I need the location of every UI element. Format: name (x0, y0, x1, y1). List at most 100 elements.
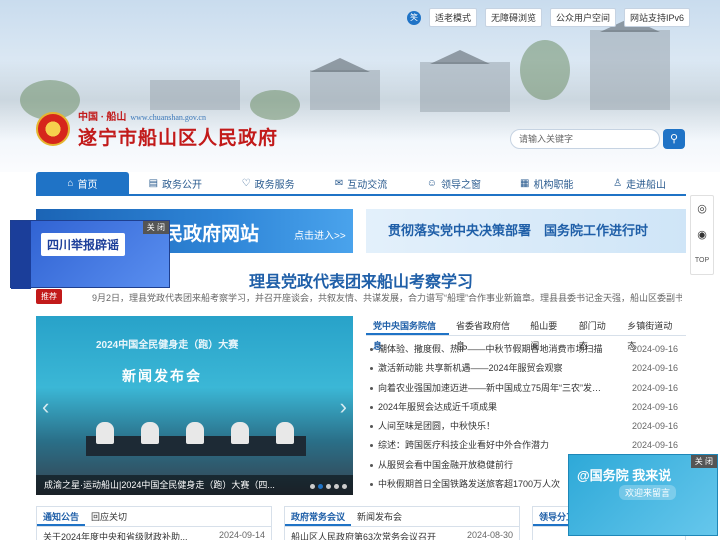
list-item[interactable]: 2024年服贸会达成近千项成果 2024-09-16 (366, 398, 686, 417)
tab-departments[interactable]: 部门动态 (572, 316, 620, 351)
main-nav: ⌂ 首页 ▤ 政务公开 ♡ 政务服务 ✉ 互动交流 ☺ 领导之窗 ▦ 机构职能 ♙ 走进船山 (36, 172, 686, 196)
building (310, 70, 380, 110)
person-figure (96, 422, 114, 444)
news-carousel[interactable]: 2024中国全民健身走（跑）大赛 新闻发布会 ‹ › 成渝之星·运动船山|202… (36, 316, 353, 495)
carousel-dot[interactable] (334, 484, 339, 489)
elderly-mode-button[interactable]: 适老模式 (428, 8, 477, 27)
nav-about[interactable]: ♙ 走进船山 (593, 172, 686, 194)
nav-label: 互动交流 (347, 179, 388, 191)
popup-close-button[interactable]: 关 闭 (690, 455, 717, 468)
search-input[interactable]: 请输入关键字 (510, 129, 660, 149)
list-item[interactable]: 向着农业强国加速迈进——新中国成立75周年“三农”发展成就... 2024-09-… (366, 379, 686, 398)
news-title[interactable]: 综述：跨国医疗科技企业看好中外合作潜力 (378, 436, 608, 455)
site-title: 遂宁市船山区人民政府 (78, 128, 279, 149)
nav-gov-affairs[interactable]: ▤ 政务公开 (129, 172, 222, 194)
state-council-banner[interactable]: 贯彻落实党中央决策部署 国务院工作进行时 (366, 209, 686, 253)
list-item[interactable]: 综述：跨国医疗科技企业看好中外合作潜力 2024-09-16 (366, 436, 686, 455)
news-date: 2024-09-16 (631, 382, 678, 393)
popup-subtitle: 欢迎来留言 (619, 485, 677, 500)
heart-icon: ♡ (241, 177, 251, 189)
nav-label: 走进船山 (626, 179, 667, 191)
news-tabs: 党中央国务院信息 省委省政府信息 船山要闻 部门动态 乡镇街道动态 (366, 316, 686, 351)
carousel-dot-active[interactable] (318, 484, 323, 489)
search-button[interactable]: ⚲ (663, 129, 685, 149)
list-item[interactable]: 关于2024年度中央和省级财政补助... 2024-09-14 (37, 527, 271, 540)
tab-central[interactable]: 党中央国务院信息 (366, 316, 449, 351)
news-title[interactable]: 人间至味是团圆，中秋快乐！ (378, 417, 608, 436)
person-figure (141, 422, 159, 444)
notice-title[interactable]: 关于2024年度中央和省级财政补助... (43, 530, 193, 540)
news-title[interactable]: 激活新动能 共享新机遇——2024年服贸会观察 (378, 359, 608, 378)
building (420, 62, 510, 112)
recommend-badge: 推荐 (36, 289, 62, 304)
list-item[interactable]: 潮体验、撒度假、热IP——中秋节假期各地消费市场扫描 2024-09-16 (366, 340, 686, 359)
slide-banner-text: 2024中国全民健身走（跑）大赛 (96, 340, 239, 351)
notice-date: 2024-09-14 (218, 530, 265, 540)
tab-press-conferences[interactable]: 新闻发布会 (351, 507, 408, 526)
nav-leaders[interactable]: ☺ 领导之窗 (407, 172, 500, 194)
logo-url: www.chuanshan.gov.cn (130, 113, 206, 122)
person-figure (186, 422, 204, 444)
carousel-caption[interactable]: 成渝之星·运动船山|2024中国全民健身走（跑）大赛（四... (36, 475, 353, 495)
pavilion (590, 30, 670, 110)
logo-prefix: 中国 · 船山 (78, 112, 127, 123)
popup-close-button[interactable]: 关 闭 (142, 221, 169, 234)
carousel-next-icon[interactable]: › (340, 394, 347, 420)
news-date: 2024-09-16 (631, 440, 678, 451)
building-roof (310, 58, 370, 72)
tab-executive-meetings[interactable]: 政府常务会议 (285, 507, 352, 526)
user-space-button[interactable]: 公众用户空间 (549, 8, 616, 27)
document-icon: ▤ (148, 177, 159, 189)
state-council-popup[interactable]: @国务院 我来说 欢迎来留言 关 闭 (568, 454, 718, 536)
nav-label: 领导之窗 (440, 179, 481, 191)
carousel-prev-icon[interactable]: ‹ (42, 394, 49, 420)
list-item[interactable]: 人间至味是团圆，中秋快乐！ 2024-09-16 (366, 417, 686, 436)
list-item[interactable]: 激活新动能 共享新机遇——2024年服贸会观察 2024-09-16 (366, 359, 686, 378)
tab-chuanshan[interactable]: 船山要闻 (523, 316, 571, 351)
nav-interaction[interactable]: ✉ 互动交流 (315, 172, 408, 194)
nav-gov-services[interactable]: ♡ 政务服务 (222, 172, 315, 194)
news-date: 2024-09-16 (631, 421, 678, 432)
site-logo[interactable]: 中国 · 船山 www.chuanshan.gov.cn 遂宁市船山区人民政府 (36, 108, 278, 150)
carousel-dots (310, 484, 347, 489)
headline-summary: 9月2日，理县党政代表团来船考察学习，并召开座谈会，共叙友情、共谋发展，合力谱写… (92, 293, 682, 303)
national-emblem-icon (36, 112, 70, 146)
chat-icon: ✉ (334, 177, 344, 189)
news-date: 2024-09-16 (631, 363, 678, 374)
weibo-icon[interactable]: ◉ (691, 222, 713, 248)
banner-enter-link[interactable]: 点击进入>> (294, 227, 346, 242)
wechat-mini-icon[interactable]: 笑 (406, 10, 421, 25)
person-figure (231, 422, 249, 444)
news-title[interactable]: 潮体验、撒度假、热IP——中秋节假期各地消费市场扫描 (378, 340, 608, 359)
back-to-top-button[interactable]: TOP (691, 248, 713, 274)
nav-label: 机构职能 (533, 179, 574, 191)
nav-home[interactable]: ⌂ 首页 (36, 172, 129, 194)
building (150, 80, 240, 110)
person-icon: ♙ (613, 177, 623, 189)
carousel-dot[interactable] (310, 484, 315, 489)
tab-responses[interactable]: 回应关切 (85, 507, 133, 526)
news-title[interactable]: 向着农业强国加速迈进——新中国成立75周年“三农”发展成就... (378, 379, 608, 398)
tab-towns[interactable]: 乡镇街道动态 (620, 316, 686, 351)
meeting-title[interactable]: 船山区人民政府第63次常务会议召开 (291, 530, 441, 540)
popup-title: @国务院 我来说 (577, 468, 672, 483)
wechat-icon[interactable]: ◎ (691, 196, 713, 222)
news-title[interactable]: 2024年服贸会达成近千项成果 (378, 398, 608, 417)
accessibility-button[interactable]: 无障碍浏览 (484, 8, 542, 27)
ipv6-badge[interactable]: 网站支持IPv6 (623, 8, 690, 27)
nav-institutions[interactable]: ▦ 机构职能 (500, 172, 593, 194)
carousel-dot[interactable] (342, 484, 347, 489)
side-toolbar: ◎ ◉ TOP (690, 195, 714, 275)
slide-press-text: 新闻发布会 (122, 368, 202, 384)
tab-provincial[interactable]: 省委省政府信息 (449, 316, 523, 351)
nav-label: 政务服务 (254, 179, 295, 191)
carousel-dot[interactable] (326, 484, 331, 489)
tree (520, 40, 570, 100)
notice-box: 通知公告 回应关切 关于2024年度中央和省级财政补助... 2024-09-14 (36, 506, 272, 540)
headline-title[interactable]: 理县党政代表团来船山考察学习 (36, 268, 686, 292)
search-icon: ⚲ (669, 133, 679, 145)
tab-notices[interactable]: 通知公告 (37, 507, 86, 526)
org-icon: ▦ (520, 177, 530, 189)
list-item[interactable]: 船山区人民政府第63次常务会议召开 2024-08-30 (285, 527, 519, 540)
nav-label: 首页 (77, 179, 98, 191)
